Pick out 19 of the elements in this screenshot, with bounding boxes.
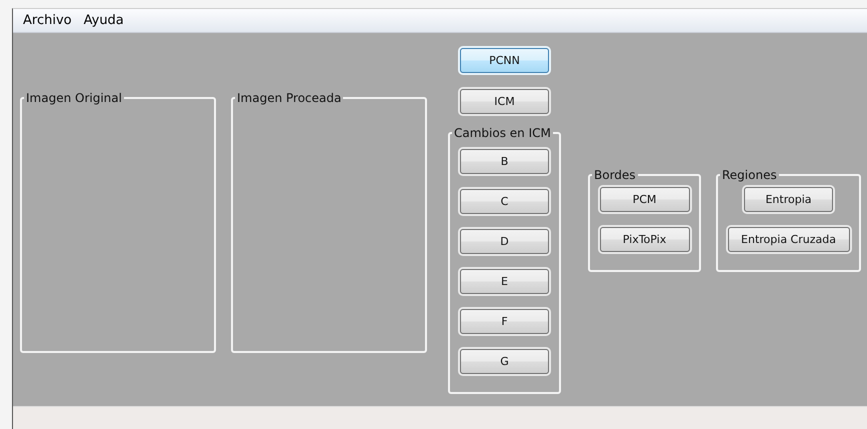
group-title: Imagen Proceada bbox=[236, 91, 342, 105]
action-button[interactable]: PCM bbox=[600, 187, 690, 212]
action-button[interactable]: Entropia bbox=[744, 187, 833, 212]
action-button[interactable]: Entropia Cruzada bbox=[728, 227, 850, 252]
action-button[interactable]: F bbox=[460, 309, 549, 334]
group-title: Imagen Original bbox=[25, 91, 123, 105]
action-button[interactable]: C bbox=[460, 189, 549, 214]
action-button[interactable]: PixToPix bbox=[600, 227, 690, 252]
menu-item[interactable]: Archivo bbox=[19, 13, 80, 28]
action-button[interactable]: ICM bbox=[460, 89, 549, 114]
action-button[interactable]: B bbox=[460, 149, 549, 174]
action-button[interactable]: PCNN bbox=[460, 48, 549, 73]
action-button[interactable]: G bbox=[460, 349, 549, 374]
group-title: Bordes bbox=[593, 168, 637, 182]
menu-item[interactable]: Ayuda bbox=[80, 13, 132, 28]
action-button[interactable]: E bbox=[460, 269, 549, 294]
group-title: Cambios en ICM bbox=[453, 126, 552, 140]
action-button[interactable]: D bbox=[460, 229, 549, 254]
group-title: Regiones bbox=[721, 168, 778, 182]
